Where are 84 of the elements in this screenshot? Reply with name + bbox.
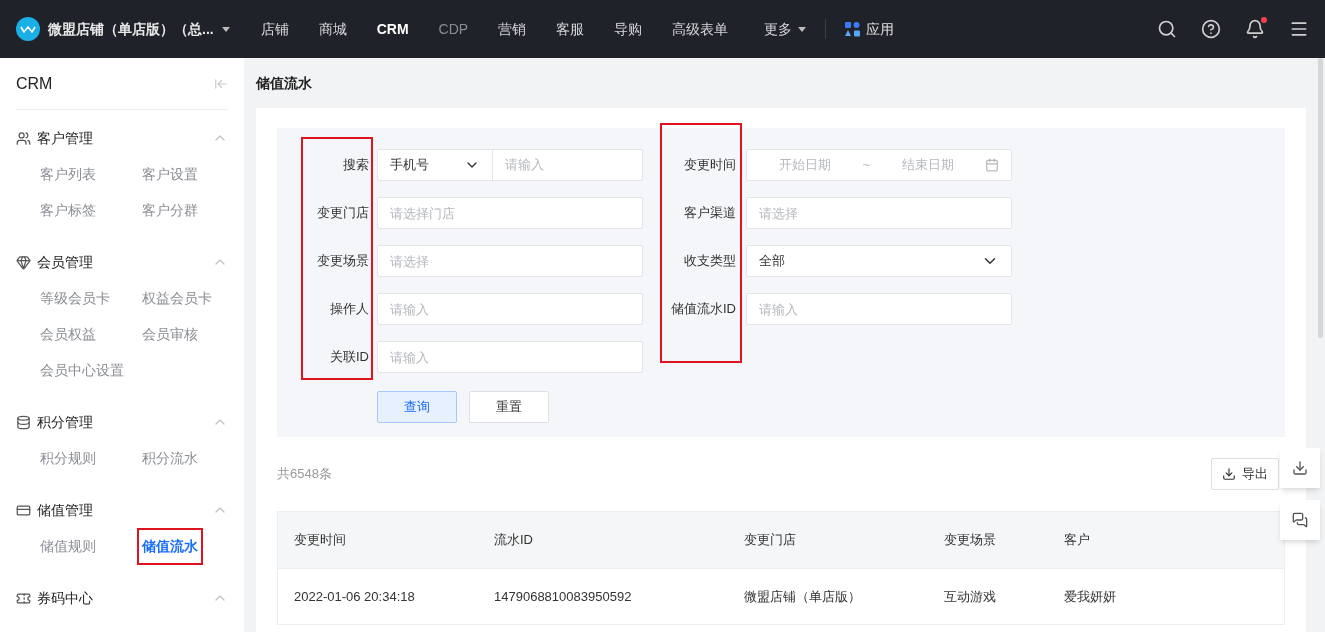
sidebar-item[interactable]: 客户列表: [40, 163, 96, 185]
sidebar-item[interactable]: 等级会员卡: [40, 287, 110, 309]
card-icon: [16, 502, 31, 518]
caret-icon: [221, 26, 230, 32]
field-label: 关联ID: [330, 348, 369, 367]
input-field[interactable]: 请选择: [377, 245, 643, 277]
users-icon: [16, 130, 31, 146]
end-date-placeholder: 结束日期: [901, 156, 954, 175]
start-date-placeholder: 开始日期: [779, 156, 831, 175]
notification-bell-icon[interactable]: [1245, 19, 1265, 39]
input-field[interactable]: 请选择门店: [377, 197, 643, 229]
select-field[interactable]: 全部: [746, 245, 1012, 277]
sidebar-item[interactable]: 客户标签: [40, 199, 96, 221]
field-label: 变更时间: [684, 156, 736, 175]
more-menu[interactable]: 更多: [749, 18, 822, 40]
table-cell-text: 互动游戏: [943, 587, 997, 606]
input-field[interactable]: 请输入: [746, 293, 1012, 325]
caret-icon: [798, 26, 807, 32]
search-type-select[interactable]: 手机号: [378, 150, 493, 180]
sidebar-item[interactable]: 积分规则: [40, 447, 96, 469]
total-count: 共6548条: [277, 465, 332, 484]
nav-tab[interactable]: 高级表单: [657, 18, 744, 40]
sidebar-group-title[interactable]: 会员管理: [37, 251, 93, 273]
chat-float-button[interactable]: [1280, 500, 1320, 540]
input-field[interactable]: 请输入: [377, 341, 643, 373]
nav-tab[interactable]: 营销: [483, 18, 542, 40]
nav-tab[interactable]: CRM: [361, 18, 424, 40]
diamond-icon: [16, 254, 31, 270]
ticket-icon: [16, 590, 31, 606]
sidebar-item[interactable]: 客户分群: [142, 199, 198, 221]
field-label: 变更门店: [317, 204, 369, 223]
query-button[interactable]: 查询: [377, 391, 457, 423]
sidebar-group-title[interactable]: 客户管理: [37, 127, 93, 149]
download-icon: [1222, 467, 1236, 481]
input-field[interactable]: 请输入: [377, 293, 643, 325]
column-header: 客户: [1063, 531, 1091, 550]
column-header: 流水ID: [493, 531, 534, 550]
menu-icon[interactable]: [1289, 19, 1309, 39]
field-label: 操作人: [330, 300, 369, 319]
download-float-button[interactable]: [1280, 448, 1320, 488]
sidebar-item[interactable]: 会员审核: [142, 323, 198, 345]
table-cell-text: 2022-01-06 20:34:18: [293, 587, 416, 606]
logo-icon: [16, 17, 40, 41]
search-field[interactable]: 手机号 请输入: [377, 149, 643, 181]
nav-tab[interactable]: 导购: [599, 18, 658, 40]
nav-tab[interactable]: 商城: [303, 18, 362, 40]
sidebar-item[interactable]: 会员中心设置: [40, 359, 124, 381]
sidebar-item[interactable]: 会员权益: [40, 323, 96, 345]
calendar-icon: [985, 158, 999, 172]
input-field[interactable]: 请选择: [746, 197, 1012, 229]
table-cell-text: 1479068810083950592: [493, 587, 633, 606]
field-label: 客户渠道: [684, 204, 736, 223]
sidebar-item[interactable]: 权益会员卡: [142, 287, 212, 309]
sidebar-item[interactable]: 客户设置: [142, 163, 198, 185]
download-icon: [1292, 460, 1308, 476]
nav-tab[interactable]: 店铺: [245, 18, 304, 40]
table-cell-text: 微盟店铺（单店版）: [743, 587, 862, 606]
field-label: 储值流水ID: [671, 300, 736, 319]
sidebar-item[interactable]: 储值流水: [137, 527, 203, 565]
apps-button[interactable]: 应用: [830, 18, 910, 40]
chat-icon: [1292, 512, 1308, 528]
sidebar-title: CRM: [16, 73, 53, 94]
sidebar-group-title[interactable]: 积分管理: [37, 411, 93, 433]
table-cell-text: 爱我妍妍: [1063, 587, 1117, 606]
field-label: 收支类型: [684, 252, 736, 271]
field-label: 搜索: [343, 156, 369, 175]
column-header: 变更时间: [293, 531, 347, 550]
range-separator: ~: [862, 156, 871, 175]
store-switcher[interactable]: 微盟店铺（单店版）（总...: [48, 18, 230, 40]
coin-stack-icon: [16, 414, 31, 430]
field-label: 变更场景: [317, 252, 369, 271]
search-icon[interactable]: [1157, 19, 1177, 39]
export-button[interactable]: 导出: [1211, 458, 1279, 490]
column-header: 变更场景: [943, 531, 997, 550]
sidebar-item[interactable]: 储值规则: [40, 535, 96, 557]
apps-icon: [845, 21, 861, 37]
help-icon[interactable]: [1201, 19, 1221, 39]
sidebar-group-title[interactable]: 储值管理: [37, 499, 93, 521]
page-title: 储值流水: [256, 73, 313, 93]
sidebar-item[interactable]: 积分流水: [142, 447, 198, 469]
nav-tab[interactable]: 客服: [541, 18, 600, 40]
sidebar-group-title[interactable]: 券码中心: [37, 587, 93, 609]
column-header: 变更门店: [743, 531, 797, 550]
reset-button[interactable]: 重置: [469, 391, 549, 423]
